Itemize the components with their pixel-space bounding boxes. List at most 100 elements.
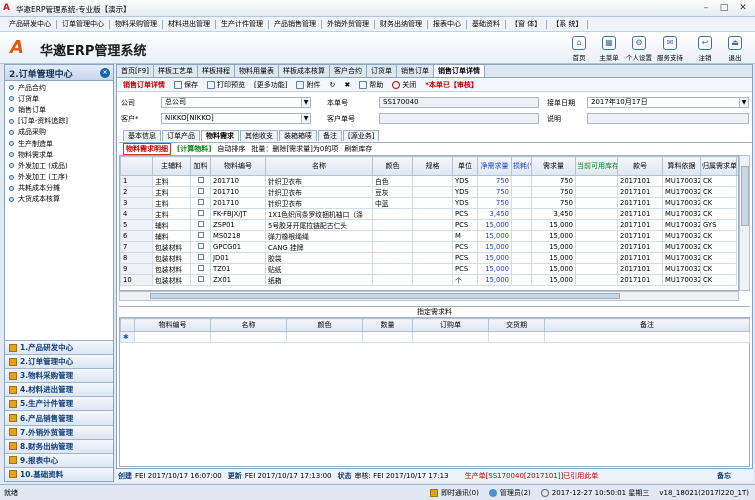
grid-cell[interactable]: 豆灰	[372, 186, 413, 198]
grid-cell[interactable]: M	[452, 230, 478, 242]
module-item[interactable]: 5.生产计件管理	[5, 396, 113, 411]
checkbox[interactable]	[197, 276, 204, 282]
grid-cell[interactable]: 包装材料	[152, 274, 191, 286]
minimize-button[interactable]: –	[697, 2, 715, 14]
column-header[interactable]: 算料依据	[662, 156, 701, 176]
checkbox[interactable]	[197, 177, 204, 183]
column-header[interactable]: 订购单	[412, 318, 489, 332]
grid-cell[interactable]: 2017101	[617, 219, 663, 231]
module-item[interactable]: 10.基础资料	[5, 466, 113, 481]
grid-cell[interactable]: 3,450	[531, 208, 576, 220]
sidebar-item[interactable]: 外发加工 (成品)	[5, 160, 113, 171]
grid-cell[interactable]	[372, 230, 413, 242]
menu-item[interactable]: 产品研发中心	[4, 19, 57, 29]
grid-cell[interactable]: JD01	[210, 252, 266, 264]
grid-cell[interactable]: 15,000	[477, 252, 512, 264]
attachment-button[interactable]: 附件	[296, 80, 320, 90]
column-header[interactable]: 颜色	[286, 318, 363, 332]
grid-cell[interactable]	[575, 175, 618, 187]
close-window-button[interactable]: ✕	[734, 2, 752, 14]
grid-cell[interactable]: 纸箱	[265, 274, 373, 286]
grid-cell[interactable]: 针织卫衣布	[265, 186, 373, 198]
grid-cell[interactable]: MU170032	[662, 219, 701, 231]
grid-cell[interactable]: MU170032	[662, 241, 701, 253]
grid-cell[interactable]: 辅料	[152, 230, 191, 242]
personal-settings-button[interactable]: ⚙ 个人设置	[622, 36, 656, 62]
grid-cell[interactable]: 2017101	[617, 208, 663, 220]
grid-cell[interactable]: 15,000	[477, 241, 512, 253]
column-header[interactable]: 款号	[617, 156, 663, 176]
grid-cell[interactable]: CK	[700, 230, 737, 242]
grid-cell[interactable]: PCS	[452, 252, 478, 264]
menu-item[interactable]: 外销外贸管理	[322, 19, 375, 29]
grid-cell[interactable]	[412, 230, 453, 242]
table-row[interactable]: 7 包装材料 GPCG01 CANG 挂牌 PCS 15,000 15,000 2017101…	[120, 241, 739, 253]
grid-cell[interactable]: CANG 挂牌	[265, 241, 373, 253]
vertical-scrollbar[interactable]	[739, 155, 750, 291]
add-material-checkbox[interactable]	[190, 241, 211, 253]
grid-cell[interactable]: CK	[700, 208, 737, 220]
new-row[interactable]: ✱	[120, 331, 750, 343]
grid-cell[interactable]: CK	[700, 241, 737, 253]
grid-cell[interactable]: MU170032	[662, 230, 701, 242]
tab-remarks[interactable]: 备注	[318, 130, 342, 141]
tab-sample-schedule[interactable]: 样板排程	[198, 65, 235, 77]
grid-cell[interactable]: ZSP01	[210, 219, 266, 231]
module-item[interactable]: 8.财务出纳管理	[5, 438, 113, 453]
checkbox[interactable]	[197, 254, 204, 260]
grid-cell[interactable]: ZX01	[210, 274, 266, 286]
column-header[interactable]: 名称	[210, 318, 287, 332]
grid-cell[interactable]: 1X1色织间条罗纹捆机袖口（涤	[265, 208, 373, 220]
column-header[interactable]: 当前可用库存	[575, 156, 618, 176]
grid-cell[interactable]	[372, 274, 413, 286]
grid-cell[interactable]: 15,000	[531, 263, 576, 275]
grid-cell[interactable]: TZ01	[210, 263, 266, 275]
grid-cell[interactable]: 针织卫衣布	[265, 175, 373, 187]
grid-cell[interactable]: 750	[531, 175, 576, 187]
column-header[interactable]: 名称	[265, 156, 373, 176]
sidebar-item[interactable]: 物料需求单	[5, 149, 113, 160]
checkbox[interactable]	[197, 232, 204, 238]
exit-button[interactable]: ⏏ 退出	[718, 36, 752, 62]
more-functions-button[interactable]: [更多功能]	[254, 80, 287, 90]
sidebar-item[interactable]: 销售订单	[5, 104, 113, 115]
close-button[interactable]: 关闭	[392, 80, 416, 90]
grid-cell[interactable]: CK	[700, 274, 737, 286]
im-button[interactable]: 即时通讯(0)	[429, 488, 479, 498]
grid-cell[interactable]	[575, 186, 618, 198]
main-menu-button[interactable]: ▦ 主菜单	[592, 36, 626, 62]
grid-cell[interactable]: CK	[700, 186, 737, 198]
home-button[interactable]: ⌂ 首页	[562, 36, 596, 62]
order-no-field[interactable]: SS170040	[379, 97, 539, 108]
grid-cell[interactable]: MU170032	[662, 186, 701, 198]
grid-cell[interactable]	[412, 219, 453, 231]
sidebar-item[interactable]: 大货成本核算	[5, 194, 113, 205]
close-icon[interactable]: ×	[100, 68, 110, 78]
note-field[interactable]	[587, 113, 749, 124]
grid-cell[interactable]: PCS	[452, 263, 478, 275]
calculate-materials-button[interactable]: [计算物料]	[177, 144, 211, 154]
grid-cell[interactable]: 15,000	[477, 230, 512, 242]
grid-cell[interactable]	[372, 263, 413, 275]
grid-cell[interactable]	[412, 197, 453, 209]
sidebar-item[interactable]: 外发加工 (工序)	[5, 172, 113, 183]
module-item[interactable]: 1.产品研发中心	[5, 340, 113, 355]
grid-cell[interactable]: CK	[700, 175, 737, 187]
column-header[interactable]: 需求量	[531, 156, 576, 176]
add-material-checkbox[interactable]	[190, 230, 211, 242]
tab-sample-cost[interactable]: 样板成本核算	[279, 65, 330, 77]
maximize-button[interactable]: □	[715, 2, 733, 14]
grid-cell[interactable]: 主料	[152, 197, 191, 209]
grid-cell[interactable]: MU170032	[662, 175, 701, 187]
checkbox[interactable]	[197, 243, 204, 249]
grid-cell[interactable]	[575, 252, 618, 264]
add-material-checkbox[interactable]	[190, 252, 211, 264]
add-material-checkbox[interactable]	[190, 263, 211, 275]
grid-cell[interactable]: CK	[700, 263, 737, 275]
customer-order-field[interactable]	[379, 113, 539, 124]
sidebar-item[interactable]: 订货单	[5, 93, 113, 104]
grid-cell[interactable]	[412, 186, 453, 198]
module-item[interactable]: 3.物料采购管理	[5, 368, 113, 383]
grid-cell[interactable]	[511, 241, 532, 253]
grid-cell[interactable]: YDS	[452, 175, 478, 187]
